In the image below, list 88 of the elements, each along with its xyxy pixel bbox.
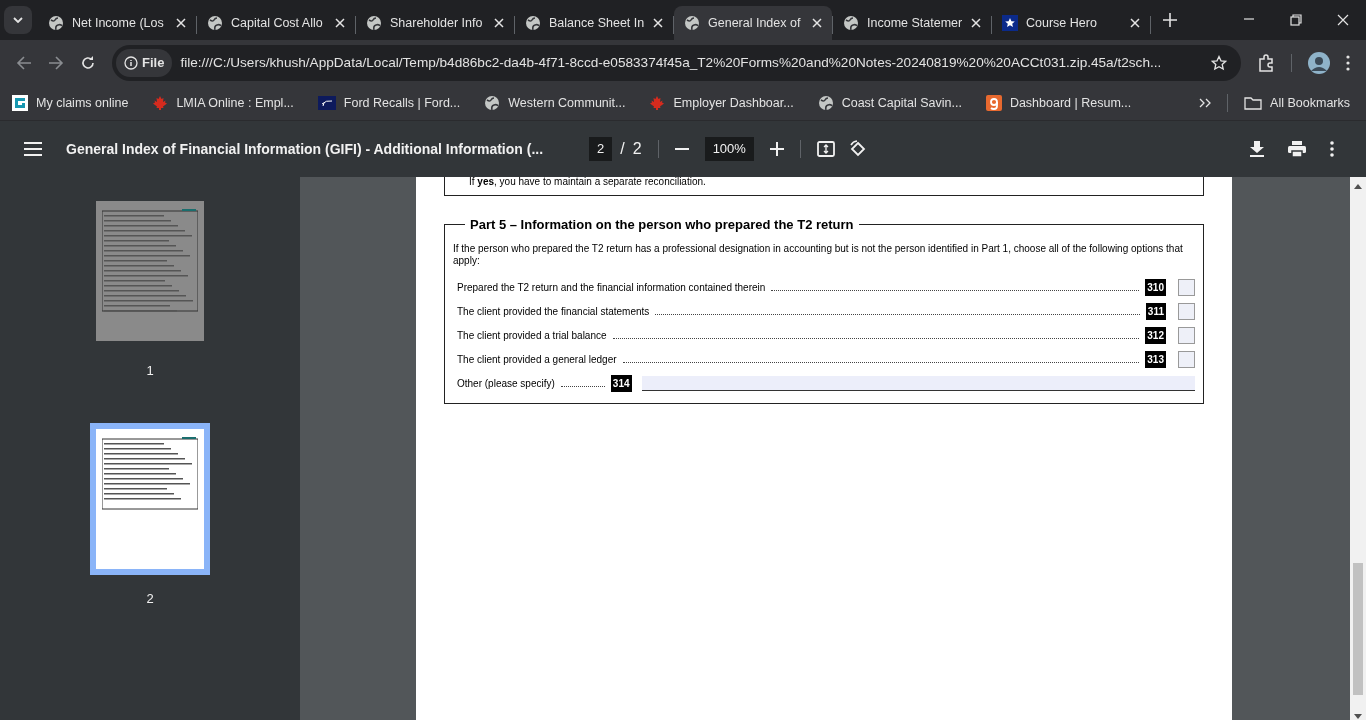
globe-icon — [843, 15, 859, 31]
scroll-up-icon[interactable] — [1354, 183, 1362, 189]
browser-tab[interactable]: Course Hero — [992, 6, 1150, 40]
address-field[interactable]: file:///C:/Users/khush/AppData/Local/Temp/b4d86bc2-da4b-4f71-8ccd-e0583374f45a_T2%20Forms%20and%20Notes-20240819%20%20ACCt031.zip.45a/t2sch... — [180, 52, 1203, 74]
option-label: The client provided the financial statements — [457, 304, 650, 319]
globe-icon — [525, 15, 541, 31]
forward-icon[interactable] — [48, 55, 64, 71]
page-label: 1 — [146, 362, 154, 380]
document-title: General Index of Financial Information (GIFI) - Additional Information (... — [66, 139, 544, 159]
bookmark-star-icon[interactable] — [1211, 55, 1227, 71]
close-icon[interactable] — [812, 18, 822, 28]
globe-icon — [48, 15, 64, 31]
browser-tab[interactable]: Balance Sheet In — [515, 6, 673, 40]
print-icon[interactable] — [1288, 141, 1306, 157]
line-code: 310 — [1145, 278, 1166, 296]
checkbox[interactable] — [1178, 302, 1195, 320]
zoom-in-icon[interactable] — [769, 142, 784, 156]
scrollbar-thumb[interactable] — [1353, 563, 1363, 695]
bookmark-item[interactable]: Dashboard | Resum... — [981, 93, 1136, 113]
browser-tab[interactable]: Shareholder Info — [356, 6, 514, 40]
checkbox[interactable] — [1178, 278, 1195, 296]
close-icon[interactable] — [176, 18, 186, 28]
extensions-icon[interactable] — [1257, 54, 1275, 72]
restore-icon[interactable] — [1289, 13, 1303, 27]
browser-tab[interactable]: General Index of — [674, 6, 832, 40]
line-code: 311 — [1145, 302, 1166, 320]
rotate-icon[interactable] — [848, 140, 867, 158]
close-icon[interactable] — [653, 18, 663, 28]
scroll-down-icon[interactable] — [1354, 714, 1362, 720]
reload-icon[interactable] — [80, 55, 96, 71]
globe-icon — [817, 95, 834, 111]
menu-icon[interactable] — [24, 142, 42, 156]
option-label: Prepared the T2 return and the financial information contained therein — [457, 280, 766, 295]
text-field[interactable] — [641, 375, 1195, 391]
new-tab-icon[interactable] — [1163, 13, 1177, 27]
chevron-down-icon — [13, 17, 23, 23]
line-code: 312 — [1145, 326, 1166, 344]
bookmark-item[interactable]: My claims online — [8, 93, 133, 113]
site-info-button[interactable]: File — [116, 49, 173, 77]
download-icon[interactable] — [1250, 141, 1264, 157]
close-icon[interactable] — [494, 18, 504, 28]
page-number-field[interactable]: 2 — [589, 137, 613, 161]
option-label: The client provided a general ledger — [457, 352, 617, 367]
fit-page-icon[interactable] — [816, 141, 835, 157]
option-label: Other (please specify) — [457, 376, 555, 391]
bookmark-item[interactable]: Ford Recalls | Ford... — [313, 93, 465, 113]
bookmark-item[interactable]: Employer Dashboar... — [645, 93, 798, 113]
avatar-icon[interactable] — [1308, 52, 1330, 74]
bookmark-item[interactable]: Coast Capital Savin... — [813, 93, 966, 113]
note-text: If yes, you have to maintain a separate reconciliation. — [469, 177, 707, 187]
browser-tab[interactable]: Capital Cost Allo — [197, 6, 355, 40]
globe-icon — [484, 95, 501, 111]
line-code: 314 — [610, 374, 632, 392]
checkbox[interactable] — [1178, 326, 1195, 344]
maple-leaf-icon — [649, 95, 666, 111]
folder-icon — [1244, 96, 1263, 110]
globe-icon — [684, 15, 700, 31]
close-icon[interactable] — [1130, 18, 1140, 28]
info-icon — [124, 56, 138, 70]
browser-tab[interactable]: Net Income (Los — [38, 6, 196, 40]
close-icon[interactable] — [971, 18, 981, 28]
logo-icon — [12, 95, 28, 111]
chevron-right-icon[interactable] — [1199, 98, 1212, 108]
bookmark-folder[interactable]: All Bookmarks — [1244, 93, 1350, 113]
line-code: 313 — [1145, 350, 1166, 368]
globe-icon — [207, 15, 223, 31]
scrollbar[interactable] — [1350, 177, 1366, 720]
back-icon[interactable] — [16, 55, 32, 71]
maple-leaf-icon — [152, 95, 169, 111]
logo-icon — [317, 96, 336, 110]
checkbox[interactable] — [1178, 350, 1195, 368]
page-label: 2 — [146, 589, 154, 608]
more-icon[interactable] — [1330, 141, 1334, 157]
option-label: The client provided a trial balance — [457, 328, 607, 343]
page-count: 2 — [632, 139, 642, 159]
menu-icon[interactable] — [1346, 55, 1350, 71]
tab-search-button[interactable] — [4, 6, 32, 34]
close-icon[interactable] — [1336, 13, 1350, 27]
bookmark-item[interactable]: Western Communit... — [480, 93, 630, 113]
page-separator: / — [620, 139, 625, 159]
logo-icon — [985, 95, 1002, 111]
zoom-field[interactable]: 100% — [704, 137, 754, 161]
instruction-text: If the person who prepared the T2 return has a professional designation in accounting but is not the person identified in Part 1, choose all of the following options that apply: — [453, 243, 1184, 267]
globe-icon — [366, 15, 382, 31]
browser-tab[interactable]: Income Statemer — [833, 6, 991, 40]
bookmark-item[interactable]: LMIA Online : Empl... — [148, 93, 298, 113]
page-thumbnail[interactable] — [90, 422, 210, 575]
close-icon[interactable] — [335, 18, 345, 28]
